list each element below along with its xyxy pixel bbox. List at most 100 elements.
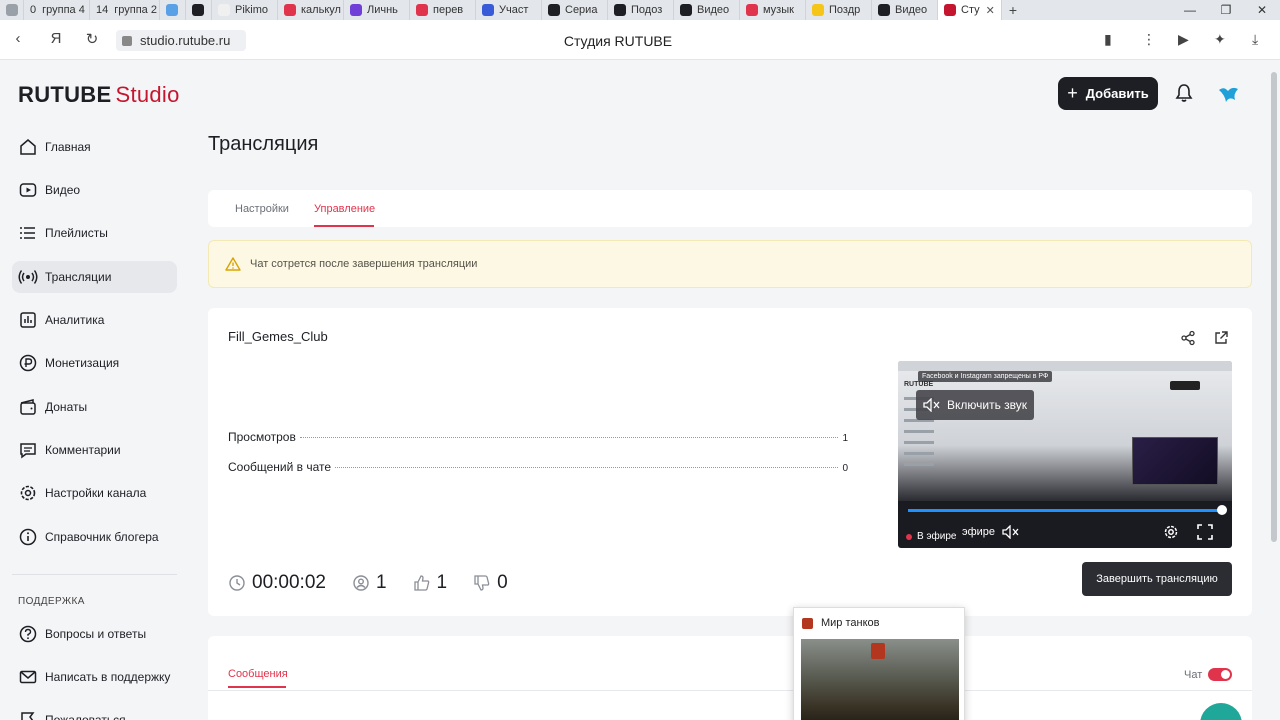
browser-tab[interactable]: Видео <box>872 0 938 20</box>
gear-icon <box>18 483 38 503</box>
sidebar-item-label: Вопросы и ответы <box>45 627 147 641</box>
game-emblem-icon <box>871 643 885 659</box>
tab-favicon-icon <box>614 4 626 16</box>
stream-card: Fill_Gemes_Club Просмотров 1 Сообщений в… <box>208 308 1252 616</box>
stream-name: Fill_Gemes_Club <box>228 329 328 344</box>
browser-tab[interactable]: Подоз <box>608 0 674 20</box>
sidebar-item[interactable]: Справочник блогера <box>12 521 177 553</box>
stat-chat-value: 0 <box>842 463 848 474</box>
avatar[interactable] <box>1216 82 1240 106</box>
browser-tab[interactable]: Pikimo <box>212 0 278 20</box>
support-section-title: ПОДДЕРЖКА <box>18 596 85 607</box>
minimize-icon[interactable]: — <box>1172 0 1208 20</box>
volume-muted-icon[interactable] <box>1001 525 1021 539</box>
sidebar-item-label: Видео <box>45 183 81 197</box>
browser-tab[interactable]: 0 <box>0 0 24 20</box>
external-link-icon[interactable] <box>1213 330 1229 346</box>
share-icon[interactable] <box>1180 330 1196 346</box>
player-progress-bar[interactable] <box>908 505 1227 515</box>
tab-count: 0 <box>30 4 37 16</box>
tab-messages[interactable]: Сообщения <box>228 668 288 680</box>
sidebar-item[interactable]: Плейлисты <box>12 217 177 249</box>
sidebar-item[interactable]: Донаты <box>12 391 177 423</box>
new-tab-icon[interactable]: + <box>1002 2 1024 18</box>
extensions-icon[interactable]: ✦ <box>1214 31 1226 48</box>
browser-tab[interactable]: Сериа <box>542 0 608 20</box>
popup-thumbnail <box>801 639 959 720</box>
browser-tab[interactable]: Поздр <box>806 0 872 20</box>
window-controls: — ❐ ✕ <box>1172 0 1280 20</box>
sidebar-item[interactable]: Монетизация <box>12 347 177 379</box>
user-icon <box>353 575 369 591</box>
page-scrollbar[interactable] <box>1268 60 1280 720</box>
restore-icon[interactable]: ❐ <box>1208 0 1244 20</box>
sidebar-item[interactable]: Написать в поддержку <box>12 661 177 693</box>
unmute-label: Включить звук <box>947 398 1028 412</box>
browser-page-title: Студия RUTUBE <box>563 33 673 49</box>
sidebar-item-label: Донаты <box>45 400 88 414</box>
live-dot <box>906 533 912 540</box>
tab-settings[interactable]: Настройки <box>235 203 289 215</box>
more-icon[interactable]: ⋮ <box>1142 31 1156 48</box>
likes-counter: 1 <box>413 572 447 594</box>
rutube-studio-logo[interactable]: RUTUBE Studio <box>18 82 180 108</box>
browser-tab[interactable]: Видео <box>674 0 740 20</box>
sidebar-item[interactable]: Вопросы и ответы <box>12 618 177 650</box>
download-icon[interactable]: ⤓ <box>1252 31 1258 48</box>
end-stream-button[interactable]: Завершить трансляцию <box>1082 562 1232 596</box>
sidebar-item[interactable]: Пожаловаться <box>12 704 177 720</box>
preview-browser-bar <box>898 361 1232 371</box>
broadcast-icon <box>18 267 38 287</box>
browser-tab[interactable]: музык <box>740 0 806 20</box>
fullscreen-icon[interactable] <box>1196 523 1214 541</box>
browser-tab[interactable]: калькул <box>278 0 344 20</box>
window-preview-popup[interactable]: Мир танков <box>793 607 965 720</box>
sidebar-item[interactable]: Видео <box>12 174 177 206</box>
sidebar-item-label: Написать в поддержку <box>45 670 171 684</box>
sidebar-item[interactable]: Аналитика <box>12 304 177 336</box>
close-window-icon[interactable]: ✕ <box>1244 0 1280 20</box>
media-icon[interactable]: ▶ <box>1178 31 1189 48</box>
browser-tab[interactable] <box>186 0 212 20</box>
tabs-bar: Настройки Управление <box>208 190 1252 227</box>
playlist-icon <box>18 223 38 243</box>
tab-label: группа 4 <box>42 4 85 16</box>
player-settings-icon[interactable] <box>1162 523 1180 541</box>
live-label-overlay: эфире <box>962 525 1021 539</box>
tab-management[interactable]: Управление <box>314 203 375 215</box>
tab-favicon-icon <box>6 4 18 16</box>
browser-tab[interactable]: Личнь <box>344 0 410 20</box>
browser-tab[interactable] <box>160 0 186 20</box>
unmute-button[interactable]: Включить звук <box>916 390 1035 420</box>
sidebar-item[interactable]: Трансляции <box>12 261 177 293</box>
tab-label: Личнь <box>367 4 398 16</box>
scrollbar-thumb[interactable] <box>1271 72 1277 542</box>
tab-favicon-icon <box>746 4 758 16</box>
chat-toggle[interactable] <box>1208 668 1232 681</box>
stream-preview-player[interactable]: RUTUBE Facebook и Instagram запрещены в … <box>898 361 1232 548</box>
browser-tab[interactable]: 0 группа 4 <box>24 0 90 20</box>
sidebar-item[interactable]: Комментарии <box>12 434 177 466</box>
browser-tab[interactable]: 14 группа 2 <box>90 0 160 20</box>
tab-favicon-icon <box>416 4 428 16</box>
sidebar-item[interactable]: Настройки канала <box>12 477 177 509</box>
live-label: В эфире <box>917 531 957 542</box>
bell-icon[interactable] <box>1174 83 1194 103</box>
messages-card: Сообщения Чат <box>208 636 1252 720</box>
sidebar-item[interactable]: Главная <box>12 131 177 163</box>
tab-count: 14 <box>96 4 109 16</box>
close-tab-icon[interactable]: ✕ <box>986 4 995 17</box>
progress-knob[interactable] <box>1217 505 1227 515</box>
add-button-label: Добавить <box>1085 86 1149 101</box>
browser-tab[interactable]: Сту ✕ <box>938 0 1002 20</box>
viewers-value: 1 <box>375 572 387 593</box>
add-button[interactable]: + Добавить <box>1058 77 1158 110</box>
tab-label: Сту <box>961 4 980 16</box>
tab-favicon-icon <box>192 4 204 16</box>
sidebar-item-label: Плейлисты <box>45 226 108 240</box>
browser-tab[interactable]: Участ <box>476 0 542 20</box>
bookmark-icon[interactable]: ▮ <box>1104 31 1112 48</box>
browser-tab[interactable]: перев <box>410 0 476 20</box>
stream-counters: 00:00:02 1 1 0 <box>228 572 534 594</box>
tab-label: Видео <box>895 4 928 16</box>
